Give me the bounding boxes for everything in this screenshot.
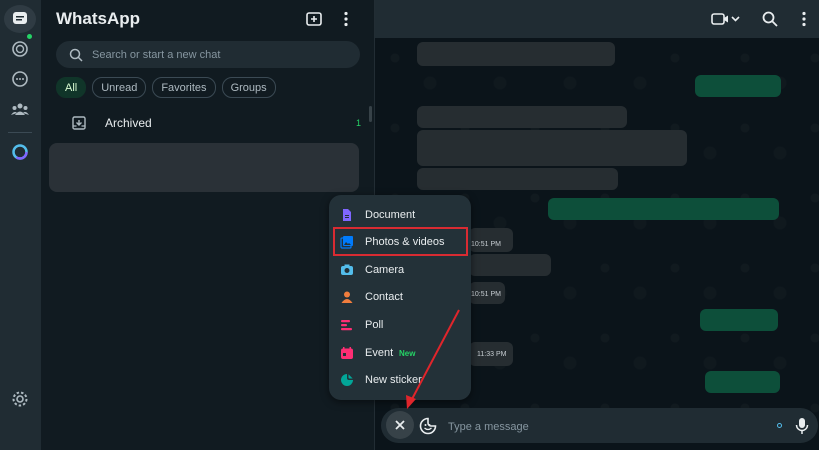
conversation-menu-icon[interactable] [795,10,813,28]
menu-item-contact[interactable]: Contact [329,285,471,309]
menu-icon[interactable] [335,8,357,30]
new-sticker-icon [341,374,353,386]
menu-item-label: New sticker [365,374,422,386]
chat-list-item[interactable] [49,143,359,192]
menu-item-document[interactable]: Document [329,203,471,227]
filter-all[interactable]: All [56,77,87,98]
incoming-message [417,130,687,166]
photos-videos-icon [340,236,353,249]
menu-item-label: Contact [365,291,403,303]
poll-icon [341,320,352,331]
outgoing-message [700,309,778,331]
incoming-message [417,168,618,190]
nav-rail [0,0,42,450]
video-call-icon[interactable] [711,10,741,28]
archive-icon [72,116,86,130]
menu-item-label: Event [365,347,394,359]
filter-chips: All Unread Favorites Groups [56,77,276,98]
incoming-message [469,228,513,252]
archived-label: Archived [105,116,152,130]
document-icon [343,209,351,221]
menu-item-label: Poll [365,319,384,331]
outgoing-message [548,198,779,220]
menu-item-photos-videos[interactable]: Photos & videos [329,230,471,254]
camera-icon [341,264,353,275]
chats-icon[interactable] [8,7,32,31]
status-icon[interactable] [8,37,32,61]
search-icon [69,48,83,62]
scrollbar[interactable] [369,106,372,122]
filter-favorites[interactable]: Favorites [152,77,216,98]
menu-item-event[interactable]: Event New [329,341,471,365]
search-icon[interactable] [761,10,779,28]
menu-item-camera[interactable]: Camera [329,258,471,282]
channels-icon[interactable] [8,67,32,91]
outgoing-message [705,371,780,393]
menu-item-new-sticker[interactable]: New sticker [329,368,471,392]
search-input[interactable] [90,47,354,62]
filter-unread[interactable]: Unread [92,77,147,98]
communities-icon[interactable] [8,97,32,121]
filter-groups[interactable]: Groups [221,77,276,98]
menu-item-label: Photos & videos [365,236,445,248]
meta-ai-icon[interactable] [8,140,32,164]
status-unread-dot [27,34,32,39]
incoming-message [417,42,615,66]
close-icon [395,420,405,430]
sticker-icon[interactable] [419,417,437,435]
message-input[interactable] [446,418,750,436]
app-title: WhatsApp [56,9,141,28]
incoming-message [469,254,551,276]
outgoing-message [695,75,781,97]
meta-ai-indicator-icon [777,423,782,428]
incoming-message [417,106,627,128]
new-badge: New [399,348,416,358]
menu-item-poll[interactable]: Poll [329,313,471,337]
new-chat-icon[interactable] [303,8,325,30]
microphone-icon[interactable] [794,417,810,435]
conversation-header [375,0,819,38]
contact-icon [341,291,353,303]
message-timestamp: 10:51 PM [471,291,501,298]
settings-icon[interactable] [8,387,32,411]
attach-menu: Document Photos & videos Camera Contact … [329,195,471,400]
event-icon [341,347,353,359]
menu-item-label: Document [365,209,416,221]
message-timestamp: 11:33 PM [477,351,507,358]
menu-item-label: Camera [365,264,405,276]
archived-count: 1 [355,118,361,128]
close-attach-button[interactable] [386,411,414,439]
search-bar[interactable] [56,41,360,68]
chat-list-panel: WhatsApp All Unread Favorites Groups Arc… [41,0,375,450]
message-composer [381,408,818,443]
message-timestamp: 10:51 PM [471,241,501,248]
archived-row[interactable]: Archived 1 [71,113,361,133]
rail-divider [8,132,32,133]
